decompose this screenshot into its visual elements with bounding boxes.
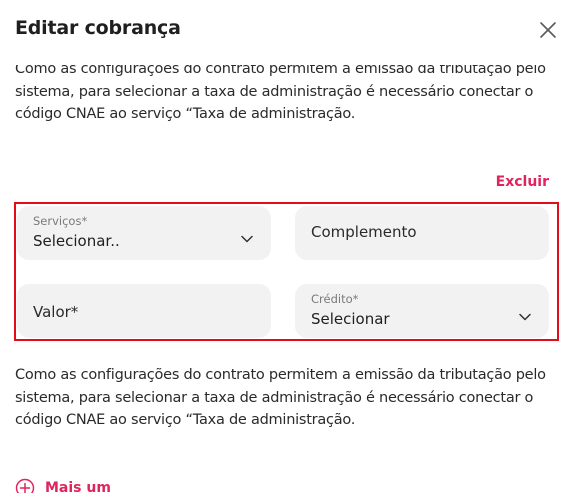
delete-button[interactable]: Excluir (496, 174, 549, 190)
info-text-bottom: Como as configurações do contrato permit… (15, 367, 546, 428)
complemento-placeholder: Complemento (311, 223, 417, 241)
info-text-top: Como as configurações do contrato permit… (15, 61, 546, 122)
valor-field[interactable]: Valor* (17, 284, 271, 338)
credito-label: Crédito* (311, 292, 359, 306)
close-icon[interactable] (538, 20, 558, 40)
chevron-down-icon (519, 306, 531, 321)
servicos-select[interactable]: Serviços* Selecionar.. (17, 206, 271, 260)
complemento-field[interactable]: Complemento (295, 206, 549, 260)
add-more-button[interactable]: Mais um (15, 478, 111, 493)
add-more-label: Mais um (45, 480, 111, 493)
servicos-label: Serviços* (33, 214, 88, 228)
edit-charge-dialog: Editar cobrança Como as configurações do… (0, 0, 573, 493)
dialog-title: Editar cobrança (15, 17, 181, 39)
valor-placeholder: Valor* (33, 303, 79, 321)
servicos-value: Selecionar.. (33, 232, 120, 250)
plus-circle-icon (15, 478, 35, 493)
chevron-down-icon (241, 228, 253, 243)
credito-select[interactable]: Crédito* Selecionar (295, 284, 549, 338)
credito-value: Selecionar (311, 310, 390, 328)
